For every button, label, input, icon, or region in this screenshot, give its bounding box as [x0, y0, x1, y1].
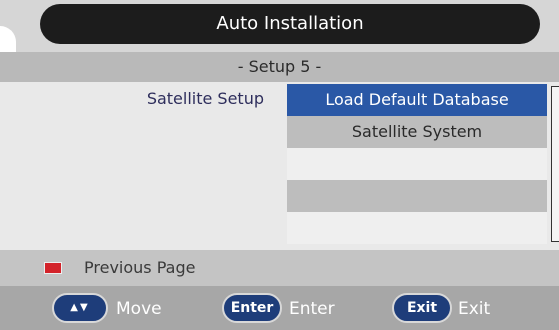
exit-key-button[interactable]: Exit — [392, 293, 452, 323]
corner-notch — [0, 26, 16, 52]
enter-key-button[interactable]: Enter — [222, 293, 282, 323]
header-bar: Auto Installation — [0, 0, 559, 52]
section-label: Satellite Setup — [146, 89, 264, 108]
setup-step-label: - Setup 5 - — [0, 52, 559, 82]
empty-option-row — [287, 180, 547, 212]
page-title: Auto Installation — [40, 4, 540, 44]
tv-menu-screen: Auto Installation - Setup 5 - Satellite … — [0, 0, 559, 330]
move-hint-label: Move — [116, 299, 162, 319]
previous-page-label[interactable]: Previous Page — [84, 258, 195, 278]
option-satellite-system[interactable]: Satellite System — [287, 116, 547, 148]
exit-hint-label: Exit — [458, 299, 491, 319]
scrollbar[interactable] — [551, 86, 559, 242]
up-down-arrows-icon[interactable]: ▲▼ — [52, 293, 108, 323]
menu-content: Satellite Setup Load Default Database Sa… — [0, 82, 559, 250]
enter-hint-label: Enter — [289, 299, 335, 319]
red-key-icon[interactable] — [44, 262, 62, 274]
empty-option-row — [287, 148, 547, 180]
option-load-default-database[interactable]: Load Default Database — [287, 84, 547, 116]
footer-hints: ▲▼ Move Enter Enter Exit Exit — [0, 286, 559, 330]
page-nav-bar: Previous Page — [0, 250, 559, 286]
empty-option-row — [287, 212, 547, 244]
